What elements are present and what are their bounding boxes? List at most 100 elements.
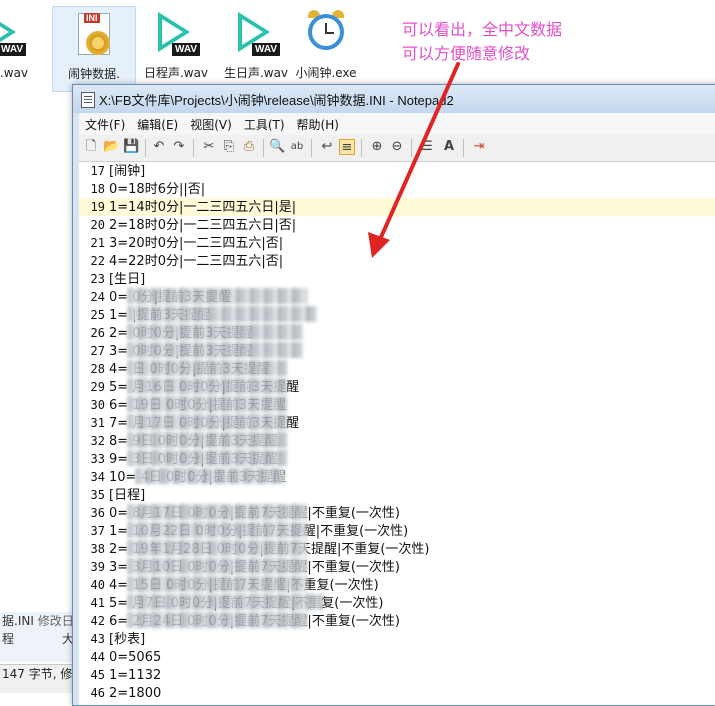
notepad2-window[interactable]: X:\FB文件库\Projects\小闹钟\release\闹钟数据.INI -… [72,84,715,706]
editor-line[interactable]: 22 4=22时0分|一二三四五六|否| [79,252,715,270]
line-number: 41 [90,596,105,610]
redacted-block [127,396,287,412]
editor-line[interactable]: 21 3=20时0分|一二三四五六|否| [79,234,715,252]
editor-line[interactable]: 43 [秒表] [79,630,715,648]
editor-line[interactable]: 23 [生日] [79,270,715,288]
line-text: 3=20时0分|一二三四五六|否| [109,236,284,251]
redacted-block [127,450,287,466]
redacted-block [135,468,285,484]
redacted-block [127,306,317,322]
line-text: 1=1132 [109,668,162,683]
line-number: 26 [90,326,105,340]
line-number: 22 [90,254,105,268]
editor-line[interactable]: 44 0=5065 [79,648,715,666]
open-icon[interactable]: 📂 [103,139,119,155]
line-number: 37 [90,524,105,538]
redacted-block [127,540,307,556]
undo-icon[interactable]: ↶ [151,139,167,155]
redo-icon[interactable]: ↷ [171,139,187,155]
desktop-file-area: WAV 钟声.wav INI 闹钟数据. WAV 日程声.wav WAV 生日声… [0,0,715,95]
line-number: 38 [90,542,105,556]
paste-icon[interactable]: ⎙ [241,139,257,155]
line-text: [闹钟] [109,164,146,179]
annotation-line-2: 可以方便随意修改 [402,44,531,63]
find-icon[interactable]: 🔍 [269,139,285,155]
file-richengsheng-wav[interactable]: WAV 日程声.wav [134,6,218,92]
editor-line[interactable]: 35 [日程] [79,486,715,504]
copy-icon[interactable]: ⎘ [221,139,237,155]
line-number: 25 [90,308,105,322]
font-icon[interactable]: A [441,139,457,155]
editor-line[interactable]: 46 2=1800 [79,684,715,702]
line-text: 2=18时0分|一二三四五六日|否| [109,218,297,233]
details-modified-label: 修改日 [37,614,74,628]
line-text: 2=1800 [109,686,162,701]
zoom-in-icon[interactable]: ⊕ [369,139,385,155]
redacted-block [127,324,303,340]
editor-line[interactable]: 17 [闹钟] [79,162,715,180]
wordwrap-icon[interactable]: ↩ [319,139,335,155]
line-number: 33 [90,452,105,466]
annotation-text: 可以看出，全中文数据 可以方便随意修改 [402,18,562,66]
line-number: 20 [90,218,105,232]
redacted-block [127,288,307,304]
line-text: 4=22时0分|一二三四五六|否| [109,254,284,269]
redacted-block [127,612,307,628]
redacted-block [127,558,307,574]
notepad-app-icon [81,92,95,108]
cut-icon[interactable]: ✂ [201,139,217,155]
details-type-label: 程 [2,632,15,646]
menu-tools[interactable]: 工具(T) [238,113,291,135]
line-text: 0=5065 [109,650,162,665]
toolbar: 🗋 📂 💾 ↶ ↷ ✂ ⎘ ⎙ 🔍 ab ↩ ≡ ⊕ ⊖ ☰ A ⇥ [79,135,715,162]
menu-file[interactable]: 文件(F) [79,113,131,135]
window-titlebar[interactable]: X:\FB文件库\Projects\小闹钟\release\闹钟数据.INI -… [73,85,715,113]
menu-bar: 文件(F) 编辑(E) 视图(V) 工具(T) 帮助(H) [79,113,715,135]
details-filename: 据.INI [2,614,34,628]
file-ini-selected[interactable]: INI 闹钟数据. [52,6,136,92]
file-xiaonaozhong-exe[interactable]: 小闹钟.exe [284,6,368,92]
line-number: 30 [90,398,105,412]
new-icon[interactable]: 🗋 [83,139,99,155]
line-text: 1=14时0分|一二三四五六日|是| [109,200,297,215]
menu-edit[interactable]: 编辑(E) [131,113,184,135]
audio-file-icon: WAV [152,10,200,58]
editor-line[interactable]: 20 2=18时0分|一二三四五六日|否| [79,216,715,234]
line-number: 27 [90,344,105,358]
annotation-line-1: 可以看出，全中文数据 [402,20,563,39]
line-text: [生日] [109,272,146,287]
line-number: 42 [90,614,105,628]
file-zhongsheng-wav[interactable]: WAV 钟声.wav [0,6,44,92]
line-number: 21 [90,236,105,250]
menu-view[interactable]: 视图(V) [184,113,238,135]
line-number: 28 [90,362,105,376]
menu-help[interactable]: 帮助(H) [291,113,345,135]
line-number: 44 [90,650,105,664]
audio-file-icon: WAV [0,10,26,58]
line-number: 40 [90,578,105,592]
line-text: 0=18时6分||否| [109,182,206,197]
redacted-block [127,342,303,358]
select-icon[interactable]: ≡ [339,139,355,155]
replace-icon[interactable]: ab [289,139,305,155]
editor-line[interactable]: 45 1=1132 [79,666,715,684]
line-number: 43 [90,632,105,646]
line-number: 36 [90,506,105,520]
line-number: 23 [90,272,105,286]
line-text: [日程] [109,488,146,503]
line-number: 46 [90,686,105,700]
zoom-out-icon[interactable]: ⊖ [389,139,405,155]
text-editor[interactable]: 17 [闹钟] 18 0=18时6分||否| 19 1=14时0分|一二三四五六日|是| 2… [79,162,715,705]
scheme-icon[interactable]: ☰ [419,139,435,155]
window-title: X:\FB文件库\Projects\小闹钟\release\闹钟数据.INI -… [99,93,454,108]
save-icon[interactable]: 💾 [123,139,139,155]
exit-icon[interactable]: ⇥ [471,139,487,155]
line-number: 24 [90,290,105,304]
line-number: 34 [90,470,105,484]
line-number: 19 [90,200,105,214]
line-number: 17 [90,164,105,178]
redacted-block [127,504,307,520]
editor-line[interactable]: 18 0=18时6分||否| [79,180,715,198]
editor-line[interactable]: 19 1=14时0分|一二三四五六日|是| [79,198,715,216]
ini-file-icon: INI [70,11,118,59]
